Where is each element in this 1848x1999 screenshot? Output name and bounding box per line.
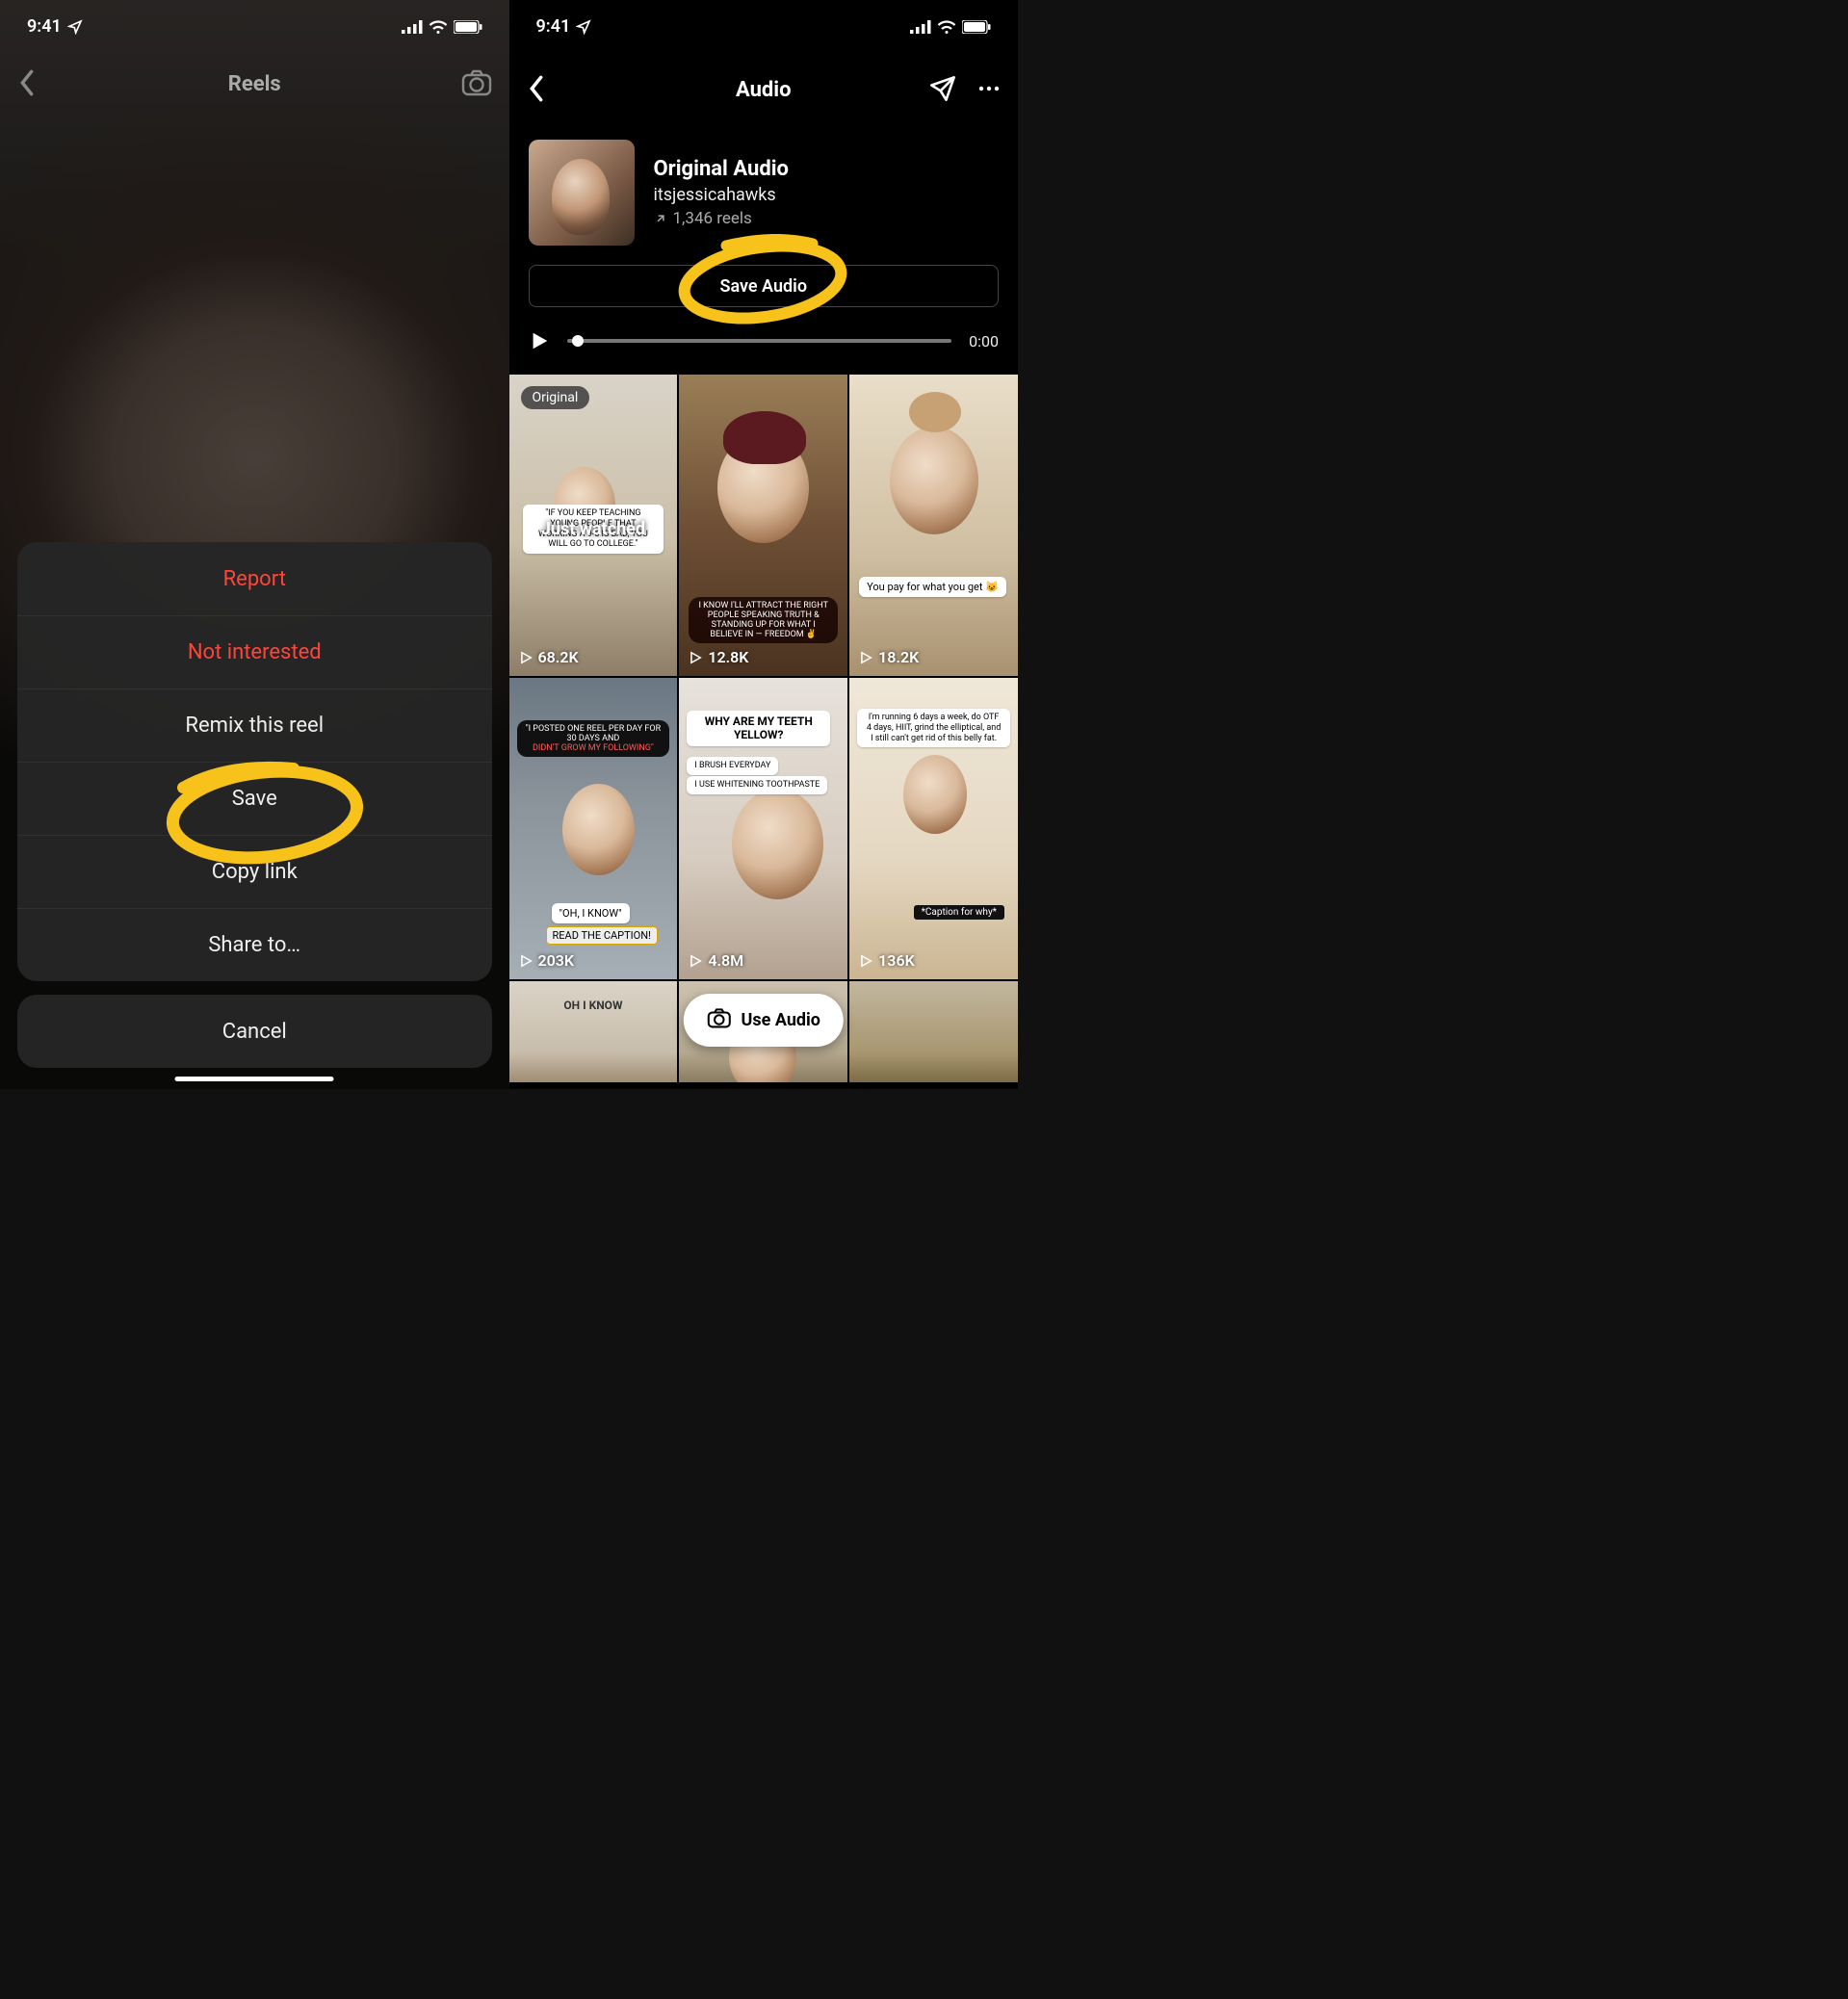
action-sheet: Report Not interested Remix this reel Sa… [17, 542, 492, 1068]
reel-caption: I BRUSH EVERYDAY [687, 757, 778, 775]
status-time: 9:41 [27, 16, 62, 37]
reel-caption: READ THE CAPTION! [546, 926, 658, 945]
battery-icon [454, 20, 482, 34]
location-icon [576, 19, 591, 35]
battery-icon [962, 20, 991, 34]
phone-left-reels-sheet: 9:41 Reels Report Not [0, 0, 509, 1089]
reel-cell[interactable]: I'm running 6 days a week, do OTF 4 days… [849, 678, 1018, 979]
reel-cell[interactable]: You pay for what you get 😺 18.2K [849, 375, 1018, 676]
audio-artist[interactable]: itsjessicahawks [654, 185, 789, 205]
reel-caption: "I POSTED ONE REEL PER DAY FOR 30 DAYS A… [517, 720, 670, 757]
reel-caption: "OH, I KNOW" [552, 903, 630, 923]
audio-progress-bar[interactable] [567, 339, 952, 343]
audio-time: 0:00 [969, 332, 999, 350]
audio-title: Original Audio [654, 157, 789, 181]
reel-cell[interactable]: OH I KNOW [509, 981, 678, 1082]
page-title: Audio [509, 78, 1019, 102]
audio-progress-thumb[interactable] [572, 335, 584, 347]
home-indicator[interactable] [175, 1077, 334, 1081]
action-save[interactable]: Save [17, 762, 492, 835]
reel-caption: WHY ARE MY TEETH YELLOW? [687, 711, 830, 746]
use-audio-button[interactable]: Use Audio [684, 994, 844, 1047]
reel-caption: I USE WHITENING TOOTHPASTE [687, 776, 827, 794]
action-remix-reel[interactable]: Remix this reel [17, 688, 492, 762]
reel-cell[interactable]: Original "IF YOU KEEP TEACHING YOUNG PEO… [509, 375, 678, 676]
just-watched-label: Just watched [509, 519, 678, 539]
reel-caption: You pay for what you get 😺 [859, 577, 1006, 597]
wifi-icon [937, 20, 956, 34]
action-report[interactable]: Report [17, 542, 492, 615]
audio-reels-count-text: 1,346 reels [673, 209, 752, 228]
use-audio-label: Use Audio [742, 1010, 820, 1030]
reel-cell[interactable]: "I POSTED ONE REEL PER DAY FOR 30 DAYS A… [509, 678, 678, 979]
audio-player: 0:00 [509, 313, 1019, 363]
location-icon [67, 19, 83, 35]
camera-icon [707, 1007, 732, 1033]
reel-cell[interactable]: WHY ARE MY TEETH YELLOW? I BRUSH EVERYDA… [679, 678, 847, 979]
save-audio-button[interactable]: Save Audio [529, 265, 1000, 307]
reel-play-count: 68.2K [519, 648, 579, 666]
page-title: Reels [0, 72, 509, 96]
phone-right-audio-page: 9:41 Audio [509, 0, 1019, 1089]
reel-caption: *Caption for why* [914, 905, 1004, 920]
audio-reels-count[interactable]: 1,346 reels [654, 209, 789, 228]
action-not-interested[interactable]: Not interested [17, 615, 492, 688]
action-share-to[interactable]: Share to… [17, 908, 492, 981]
wifi-icon [429, 20, 448, 34]
cellular-signal-icon [910, 20, 931, 34]
reel-play-count: 18.2K [859, 648, 919, 666]
reel-play-count: 136K [859, 951, 915, 970]
audio-cover-thumbnail[interactable] [529, 140, 635, 246]
reel-play-count: 4.8M [689, 951, 743, 970]
action-sheet-group: Report Not interested Remix this reel Sa… [17, 542, 492, 981]
status-time: 9:41 [536, 16, 571, 37]
reel-caption: I'm running 6 days a week, do OTF 4 days… [857, 709, 1010, 747]
status-bar: 9:41 [0, 0, 509, 53]
cellular-signal-icon [402, 20, 423, 34]
action-cancel[interactable]: Cancel [17, 995, 492, 1068]
reel-play-count: 12.8K [689, 648, 748, 666]
reel-caption: I KNOW I'LL ATTRACT THE RIGHT PEOPLE SPE… [689, 597, 838, 643]
status-bar: 9:41 [509, 0, 1019, 53]
action-copy-link[interactable]: Copy link [17, 835, 492, 908]
reel-play-count: 203K [519, 951, 575, 970]
original-badge: Original [521, 386, 590, 409]
reel-cell[interactable]: I KNOW I'LL ATTRACT THE RIGHT PEOPLE SPE… [679, 375, 847, 676]
play-icon[interactable] [529, 330, 550, 351]
reels-grid[interactable]: Original "IF YOU KEEP TEACHING YOUNG PEO… [509, 363, 1019, 1082]
reel-caption: OH I KNOW [509, 999, 678, 1012]
audio-info: Original Audio itsjessicahawks 1,346 ree… [509, 120, 1019, 265]
reel-cell[interactable] [849, 981, 1018, 1082]
